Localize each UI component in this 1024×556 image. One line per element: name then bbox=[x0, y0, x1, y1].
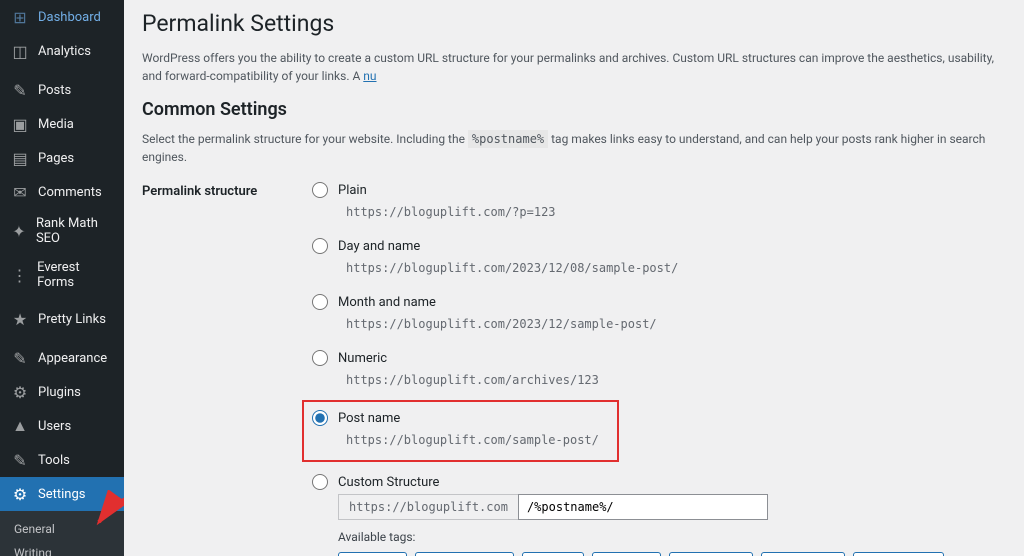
sidebar-item-label: Analytics bbox=[38, 44, 91, 59]
permalink-option-label: Day and name bbox=[338, 239, 420, 254]
permalink-option-month-and-name[interactable]: Month and name bbox=[312, 294, 1004, 310]
pretty-links-icon: ★ bbox=[10, 309, 30, 329]
submenu-item-writing[interactable]: Writing bbox=[0, 541, 124, 556]
permalink-option-label: Plain bbox=[338, 183, 367, 198]
sidebar-item-label: Posts bbox=[38, 83, 71, 98]
sidebar-item-label: Pretty Links bbox=[38, 312, 106, 327]
tag-button-second[interactable]: %second% bbox=[761, 552, 845, 556]
sidebar-item-media[interactable]: ▣ Media bbox=[0, 107, 124, 141]
tag-button-minute[interactable]: %minute% bbox=[669, 552, 753, 556]
users-icon: ▲ bbox=[10, 416, 30, 436]
custom-structure-input[interactable] bbox=[518, 494, 768, 520]
tools-icon: ✎ bbox=[10, 450, 30, 470]
sidebar-item-pretty-links[interactable]: ★ Pretty Links bbox=[0, 302, 124, 336]
rank-math-seo-icon: ✦ bbox=[10, 221, 28, 241]
sidebar-item-label: Everest Forms bbox=[37, 260, 116, 290]
tag-button-monthnum[interactable]: %monthnum% bbox=[415, 552, 513, 556]
permalink-radio[interactable] bbox=[312, 474, 328, 490]
comments-icon: ✉ bbox=[10, 182, 30, 202]
permalink-option-post-name[interactable]: Post name bbox=[312, 410, 607, 426]
main-content: Permalink Settings WordPress offers you … bbox=[124, 0, 1024, 556]
permalink-radio[interactable] bbox=[312, 410, 328, 426]
common-settings-desc: Select the permalink structure for your … bbox=[142, 130, 1004, 166]
sidebar-item-rank-math-seo[interactable]: ✦ Rank Math SEO bbox=[0, 209, 124, 253]
permalink-option-day-and-name[interactable]: Day and name bbox=[312, 238, 1004, 254]
permalink-option-label: Numeric bbox=[338, 351, 387, 366]
sidebar-item-label: Settings bbox=[38, 487, 85, 502]
media-icon: ▣ bbox=[10, 114, 30, 134]
permalink-option-label: Month and name bbox=[338, 295, 436, 310]
permalink-option-plain[interactable]: Plain bbox=[312, 182, 1004, 198]
postname-tag-inline: %postname% bbox=[468, 130, 548, 148]
permalink-example-url: https://bloguplift.com/sample-post/ bbox=[338, 430, 607, 450]
permalink-option-numeric[interactable]: Numeric bbox=[312, 350, 1004, 366]
page-intro: WordPress offers you the ability to crea… bbox=[142, 49, 1004, 85]
sidebar-item-settings[interactable]: ⚙ Settings bbox=[0, 477, 124, 511]
page-title: Permalink Settings bbox=[142, 10, 1004, 37]
sidebar-item-pages[interactable]: ▤ Pages bbox=[0, 141, 124, 175]
permalink-option-label: Custom Structure bbox=[338, 475, 439, 490]
sidebar-item-users[interactable]: ▲ Users bbox=[0, 409, 124, 443]
permalink-option-label: Post name bbox=[338, 411, 400, 426]
sidebar-item-everest-forms[interactable]: ⋮ Everest Forms bbox=[0, 253, 124, 297]
admin-sidebar: ⊞ Dashboard ◫ Analytics ✎ Posts ▣ Media ▤ Pages ✉ C… bbox=[0, 0, 124, 556]
submenu-item-general[interactable]: General bbox=[0, 517, 124, 541]
permalink-radio[interactable] bbox=[312, 294, 328, 310]
custom-structure-prefix: https://bloguplift.com bbox=[338, 494, 518, 520]
tag-button-hour[interactable]: %hour% bbox=[592, 552, 661, 556]
sidebar-item-label: Pages bbox=[38, 151, 74, 166]
sidebar-item-tools[interactable]: ✎ Tools bbox=[0, 443, 124, 477]
sidebar-item-label: Media bbox=[38, 117, 74, 132]
sidebar-item-posts[interactable]: ✎ Posts bbox=[0, 73, 124, 107]
permalink-option-custom-structure[interactable]: Custom Structure bbox=[312, 474, 1004, 490]
permalink-example-url: https://bloguplift.com/2023/12/08/sample… bbox=[338, 258, 686, 278]
sidebar-item-analytics[interactable]: ◫ Analytics bbox=[0, 34, 124, 68]
sidebar-item-label: Users bbox=[38, 419, 71, 434]
posts-icon: ✎ bbox=[10, 80, 30, 100]
permalink-example-url: https://bloguplift.com/?p=123 bbox=[338, 202, 564, 222]
appearance-icon: ✎ bbox=[10, 348, 30, 368]
permalink-example-url: https://bloguplift.com/2023/12/sample-po… bbox=[338, 314, 665, 334]
analytics-icon: ◫ bbox=[10, 41, 30, 61]
permalink-structure-label: Permalink structure bbox=[142, 182, 312, 556]
sidebar-item-label: Rank Math SEO bbox=[36, 216, 116, 246]
plugins-icon: ⚙ bbox=[10, 382, 30, 402]
sidebar-item-comments[interactable]: ✉ Comments bbox=[0, 175, 124, 209]
tag-button-post_id[interactable]: %post_id% bbox=[853, 552, 944, 556]
sidebar-item-label: Comments bbox=[38, 185, 102, 200]
settings-icon: ⚙ bbox=[10, 484, 30, 504]
everest-forms-icon: ⋮ bbox=[10, 265, 29, 285]
common-settings-heading: Common Settings bbox=[142, 99, 1004, 120]
tag-button-day[interactable]: %day% bbox=[522, 552, 584, 556]
sidebar-item-label: Appearance bbox=[38, 351, 107, 366]
sidebar-item-label: Plugins bbox=[38, 385, 81, 400]
settings-submenu: GeneralWritingReadingDiscussionMediaPerm… bbox=[0, 511, 124, 556]
permalink-radio[interactable] bbox=[312, 238, 328, 254]
sidebar-item-dashboard[interactable]: ⊞ Dashboard bbox=[0, 0, 124, 34]
permalink-radio[interactable] bbox=[312, 350, 328, 366]
sidebar-item-label: Tools bbox=[38, 453, 70, 468]
pages-icon: ▤ bbox=[10, 148, 30, 168]
available-tags-label: Available tags: bbox=[338, 530, 1004, 544]
sidebar-item-label: Dashboard bbox=[38, 10, 101, 25]
sidebar-item-plugins[interactable]: ⚙ Plugins bbox=[0, 375, 124, 409]
intro-link[interactable]: nu bbox=[363, 69, 376, 83]
dashboard-icon: ⊞ bbox=[10, 7, 30, 27]
permalink-radio[interactable] bbox=[312, 182, 328, 198]
sidebar-item-appearance[interactable]: ✎ Appearance bbox=[0, 341, 124, 375]
permalink-example-url: https://bloguplift.com/archives/123 bbox=[338, 370, 607, 390]
tag-button-year[interactable]: %year% bbox=[338, 552, 407, 556]
